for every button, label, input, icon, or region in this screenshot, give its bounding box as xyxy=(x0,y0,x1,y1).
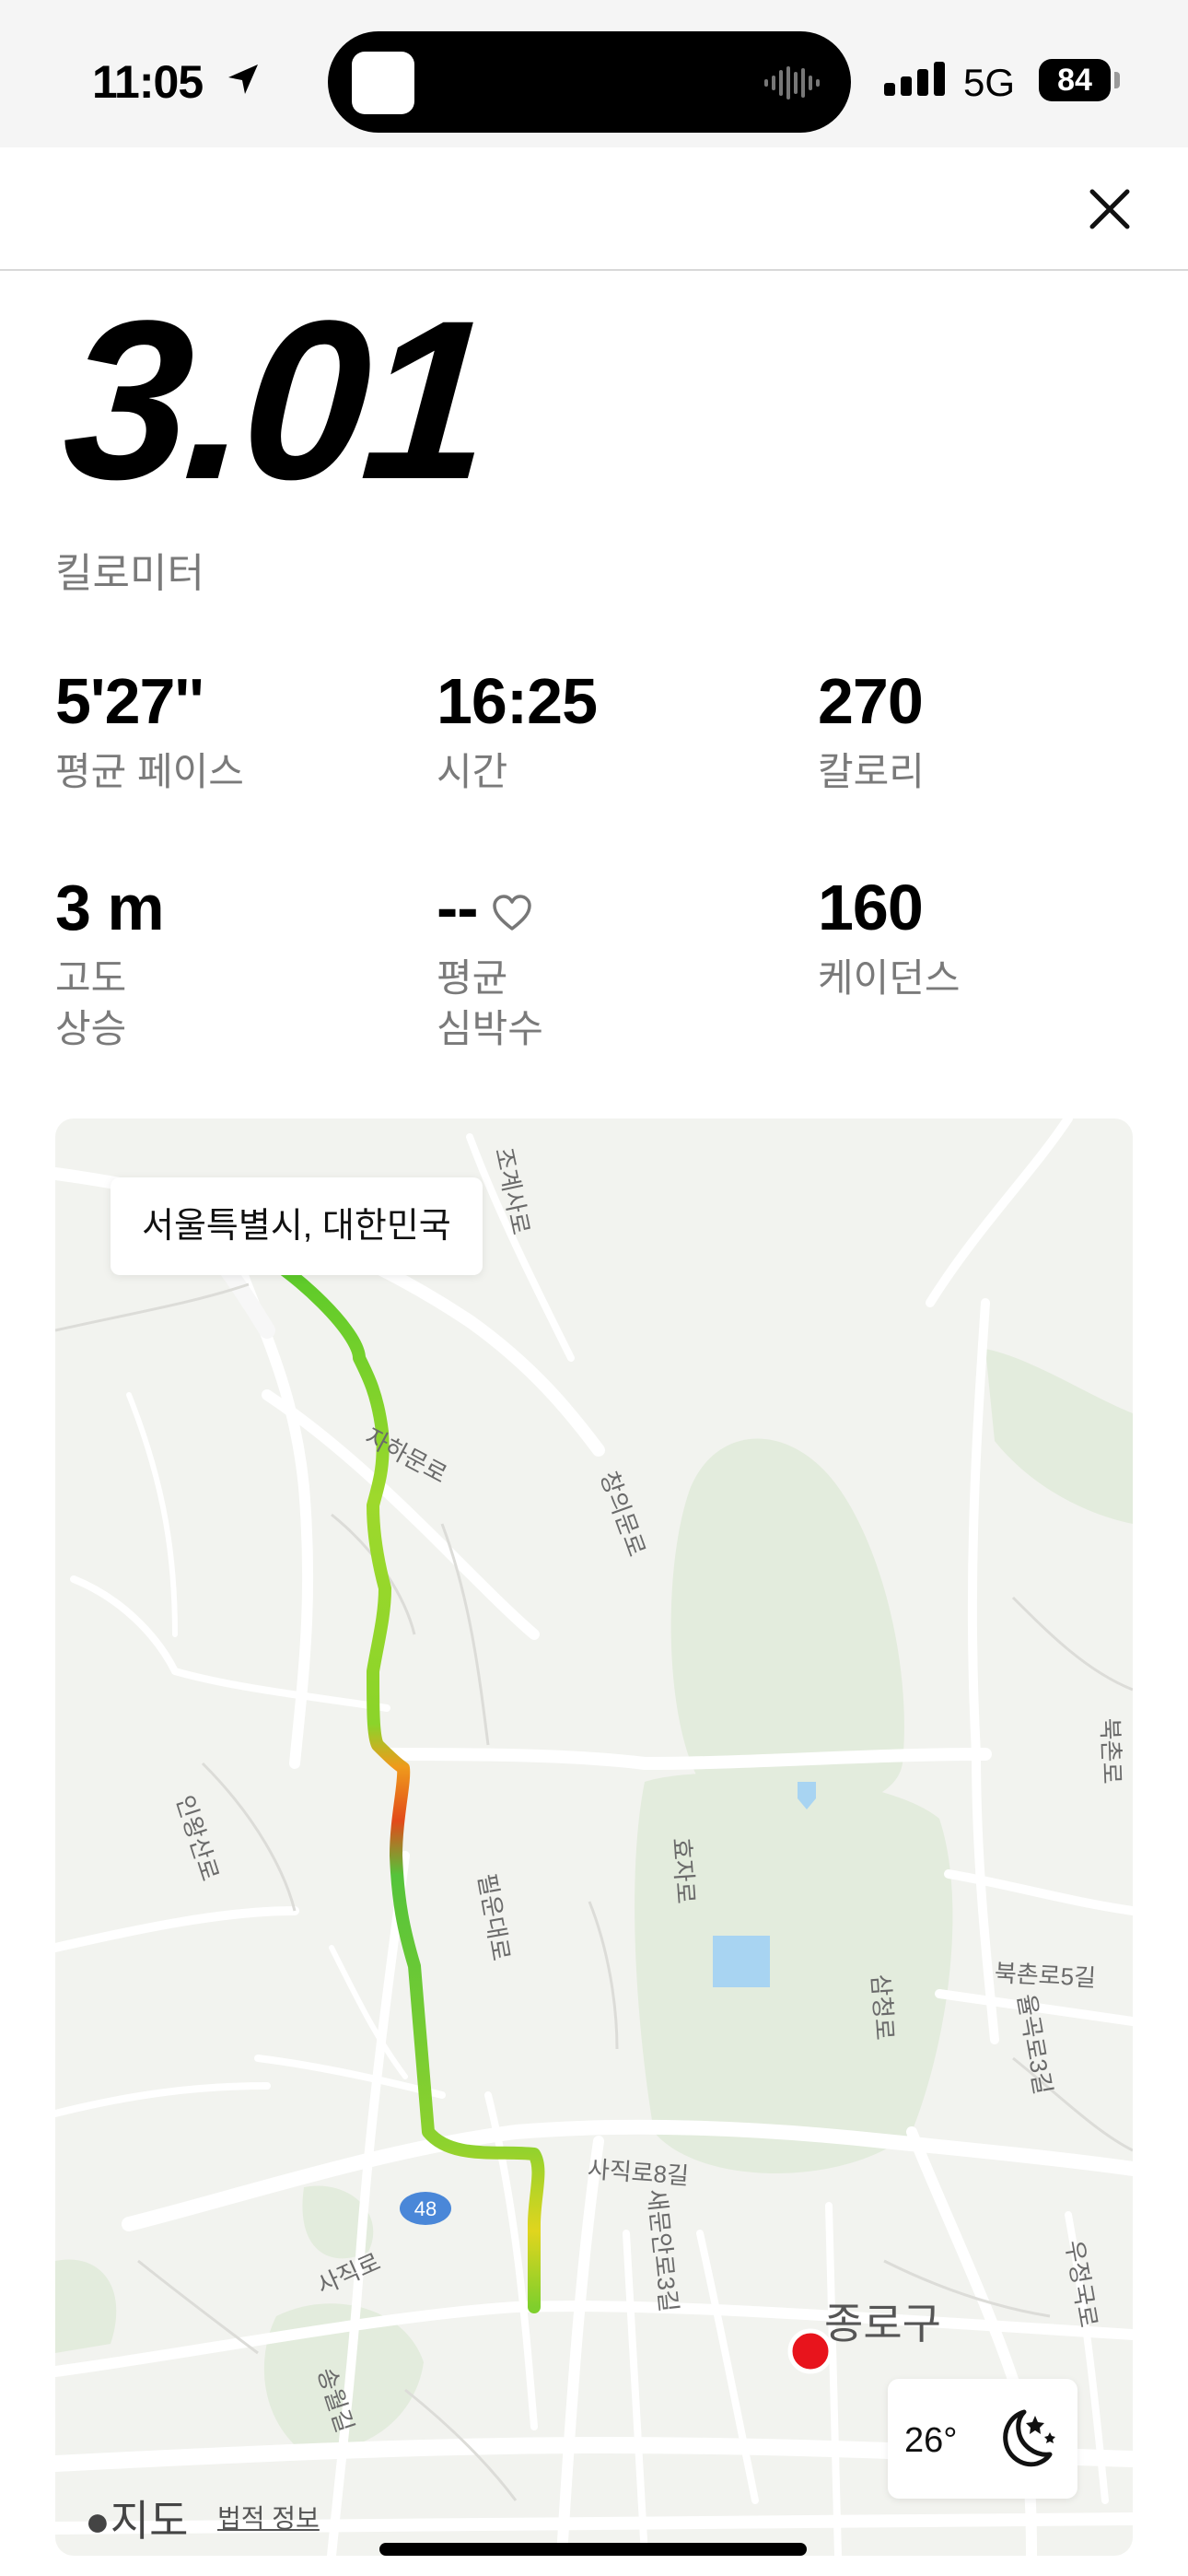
weather-widget[interactable]: 26° xyxy=(888,2379,1077,2499)
stat-elevation-gain: 3 m 고도 상승 xyxy=(55,872,165,1055)
district-label: 종로구 xyxy=(824,2300,941,2348)
stat-value: 270 xyxy=(818,665,924,737)
location-callout: 서울특별시, 대한민국 xyxy=(111,1177,483,1275)
stat-label: 케이던스 xyxy=(818,956,961,1000)
stat-avg-pace: 5'27'' 평균 페이스 xyxy=(55,669,244,797)
stat-value: 16:25 xyxy=(437,665,598,737)
stat-label-line2: 심박수 xyxy=(437,1007,543,1051)
dynamic-island[interactable] xyxy=(328,31,851,133)
stat-label-line1: 평균 xyxy=(437,956,508,1000)
battery-indicator: 84 xyxy=(1039,59,1111,101)
stat-label: 고도 상승 xyxy=(55,953,164,1055)
stat-value: -- xyxy=(437,872,479,943)
status-time: 11:05 xyxy=(92,56,204,108)
road-label: 북촌로5길 xyxy=(994,1959,1097,1992)
distance-unit: 킬로미터 xyxy=(55,551,204,596)
heart-icon xyxy=(492,894,531,931)
roads xyxy=(55,1118,1133,2556)
stat-label: 시간 xyxy=(437,750,508,793)
stat-avg-heart-rate: -- 평균 심박수 xyxy=(437,875,543,1055)
road-label: 효자로 xyxy=(667,1836,700,1905)
road-label: 삼청로 xyxy=(866,1973,899,2042)
road-label: 북촌로 xyxy=(1096,1717,1126,1785)
road-label: 사직로8길 xyxy=(586,2155,690,2190)
stat-value: 160 xyxy=(818,872,924,943)
network-type: 5G xyxy=(963,61,1016,104)
map-base: 48 xyxy=(55,1118,1133,2556)
home-indicator[interactable] xyxy=(379,2543,807,2556)
battery-tip xyxy=(1114,72,1120,88)
location-arrow-icon xyxy=(228,64,258,94)
moon-stars-icon xyxy=(1003,2409,1055,2467)
route-map[interactable]: 48 서울특별시, 대한민국 조계사로 창의문로 자하문로 인왕산로 필운대로 … xyxy=(55,1118,1133,2556)
maps-brand-label: 지도 xyxy=(110,2497,189,2545)
stat-label-line2: 상승 xyxy=(55,1007,127,1051)
stat-label: 칼로리 xyxy=(818,750,925,793)
cellular-signal-icon xyxy=(884,62,945,96)
stat-value-row: -- xyxy=(437,875,543,940)
route-48-text: 48 xyxy=(414,2197,437,2220)
apple-logo-icon: ● xyxy=(85,2497,111,2545)
stat-cadence: 160 케이던스 xyxy=(818,875,961,1003)
weather-temperature: 26° xyxy=(904,2421,958,2460)
stat-value: 5'27'' xyxy=(55,665,204,737)
stat-label: 평균 심박수 xyxy=(437,953,543,1055)
stat-calories: 270 칼로리 xyxy=(818,669,925,797)
apple-maps-logo: ●지도 xyxy=(85,2488,188,2548)
close-button[interactable] xyxy=(1085,184,1135,234)
audio-wave-icon xyxy=(764,66,820,100)
header-divider xyxy=(0,269,1188,271)
minor-roads xyxy=(55,1282,1133,2501)
route-48-shield: 48 xyxy=(400,2192,451,2225)
stat-value: 3 m xyxy=(55,872,165,943)
status-bar: 11:05 5G 84 xyxy=(0,0,1188,147)
now-playing-thumbnail xyxy=(352,52,414,114)
stat-duration: 16:25 시간 xyxy=(437,665,598,797)
stat-label: 평균 페이스 xyxy=(55,750,244,793)
legal-link[interactable]: 법적 정보 xyxy=(217,2499,320,2535)
stat-label-line1: 고도 xyxy=(55,956,127,1000)
distance-value: 3.01 xyxy=(56,274,494,527)
